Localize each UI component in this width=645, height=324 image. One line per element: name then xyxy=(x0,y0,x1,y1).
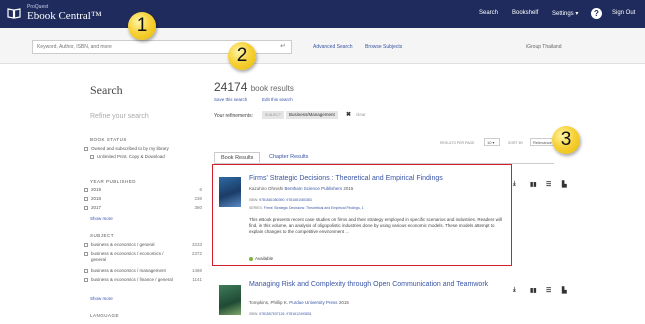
facet-option[interactable]: business & economics / economics / gener… xyxy=(84,251,202,262)
nav-bookshelf[interactable]: Bookshelf xyxy=(512,10,538,16)
results-per-page-select[interactable]: 10 ▾ xyxy=(484,138,500,146)
download-icon[interactable]: ⤓ xyxy=(513,287,516,294)
more-actions-icon[interactable]: ▙ xyxy=(562,287,567,294)
tab-divider xyxy=(214,162,554,163)
results-count: 24174 book results xyxy=(214,80,294,94)
result-title[interactable]: Firms' Strategic Decisions : Theoretical… xyxy=(249,175,499,183)
facet-option[interactable]: business & economics / general 3233 xyxy=(84,242,202,248)
more-actions-icon[interactable]: ▙ xyxy=(562,181,567,188)
callout-badge-2: 2 xyxy=(228,42,256,70)
facet-heading-year: Year Published xyxy=(90,179,137,184)
facet-option[interactable]: Unlimited Print, Copy & Download xyxy=(90,154,208,160)
refinement-category-chip: SUBJECT xyxy=(262,111,284,119)
nav-search[interactable]: Search xyxy=(479,10,498,16)
facet-heading-subject: Subject xyxy=(90,233,115,238)
facet-option[interactable]: 2018 236 xyxy=(84,196,202,202)
refinements-label: Your refinements: xyxy=(214,113,254,119)
help-icon[interactable]: ? xyxy=(591,8,602,19)
list-icon[interactable]: ☰ xyxy=(546,287,551,294)
list-icon[interactable]: ☰ xyxy=(546,181,551,188)
facet-heading-language[interactable]: Language xyxy=(90,313,119,318)
tab-chapter-results[interactable]: Chapter Results xyxy=(263,152,314,163)
result-author: Tompkins, Phillip K. Purdue University P… xyxy=(249,300,349,305)
sort-by-label: SORT BY xyxy=(508,141,524,145)
advanced-search-link[interactable]: Advanced Search xyxy=(313,44,352,50)
callout-badge-1: 1 xyxy=(128,12,156,40)
open-book-icon xyxy=(7,8,21,19)
read-online-icon[interactable]: ▮▮ xyxy=(530,287,537,294)
save-search-link[interactable]: Save this search xyxy=(214,97,247,102)
checkbox[interactable] xyxy=(84,187,88,192)
checkbox[interactable] xyxy=(90,154,94,159)
tab-book-results[interactable]: Book Results xyxy=(214,152,261,163)
facet-option[interactable]: Owned and subscribed to by my library xyxy=(84,146,202,152)
publisher-link[interactable]: Bentham Science Publishers xyxy=(285,186,343,191)
show-more-subject[interactable]: Show more xyxy=(90,296,113,301)
facet-option[interactable]: 2019 6 xyxy=(84,187,202,193)
facet-heading-book-status: Book Status xyxy=(90,137,127,142)
search-submit-icon[interactable]: ↵ xyxy=(276,41,290,53)
result-title[interactable]: Managing Risk and Complexity through Ope… xyxy=(249,281,499,289)
book-cover[interactable] xyxy=(219,177,241,207)
facet-option[interactable]: 2017 380 xyxy=(84,205,202,211)
callout-badge-3: 3 xyxy=(552,126,580,154)
facet-option[interactable]: business & economics / management 1466 xyxy=(84,268,202,274)
checkbox[interactable] xyxy=(84,268,88,273)
read-online-icon[interactable]: ▮▮ xyxy=(530,181,537,188)
result-isbn: ISBN: 9781557537126, 9781612493831 xyxy=(249,312,312,316)
checkbox[interactable] xyxy=(84,146,88,151)
publisher-link[interactable]: Purdue University Press xyxy=(289,300,337,305)
available-dot-icon xyxy=(249,256,253,261)
checkbox[interactable] xyxy=(84,242,88,247)
download-icon[interactable]: ⤓ xyxy=(513,181,516,188)
result-series: SERIES: Firms' Strategic Decisions: Theo… xyxy=(249,206,364,210)
nav-sign-out[interactable]: Sign Out xyxy=(612,10,635,16)
results-per-page-label: RESULTS PER PAGE xyxy=(440,141,475,145)
top-navigation-bar: ProQuest Ebook Central™ Search Bookshelf… xyxy=(0,0,645,28)
remove-refinement-icon[interactable]: ✖ xyxy=(346,111,351,119)
series-link[interactable]: Firms' Strategic Decisions: Theoretical … xyxy=(264,206,364,210)
show-more-year[interactable]: Show more xyxy=(90,216,113,221)
refine-heading: Refine your search xyxy=(90,113,149,120)
nav-settings[interactable]: Settings ▾ xyxy=(552,10,578,17)
availability-status: Available xyxy=(249,256,273,261)
facet-option[interactable]: business & economics / finance / general… xyxy=(84,277,202,283)
clear-refinements-link[interactable]: clear xyxy=(356,112,366,117)
checkbox[interactable] xyxy=(84,196,88,201)
result-isbn: ISBN: 9781681080390, 9781681080383 xyxy=(249,198,312,202)
browse-subjects-link[interactable]: Browse Subjects xyxy=(365,44,402,50)
sidebar-title: Search xyxy=(90,83,123,97)
app-brand[interactable]: Ebook Central™ xyxy=(27,10,102,22)
book-cover[interactable] xyxy=(219,285,241,315)
result-author: Kazuhiro Ohnishi Bentham Science Publish… xyxy=(249,186,354,191)
checkbox[interactable] xyxy=(84,251,88,256)
checkbox[interactable] xyxy=(84,205,88,210)
refinement-chip: Business/Management xyxy=(286,111,338,119)
checkbox[interactable] xyxy=(84,277,88,282)
edit-search-link[interactable]: Edit this search xyxy=(262,97,293,102)
result-description: This eBook presents recent case studies … xyxy=(249,217,502,235)
institution-name: iGroup Thailand xyxy=(526,44,562,50)
